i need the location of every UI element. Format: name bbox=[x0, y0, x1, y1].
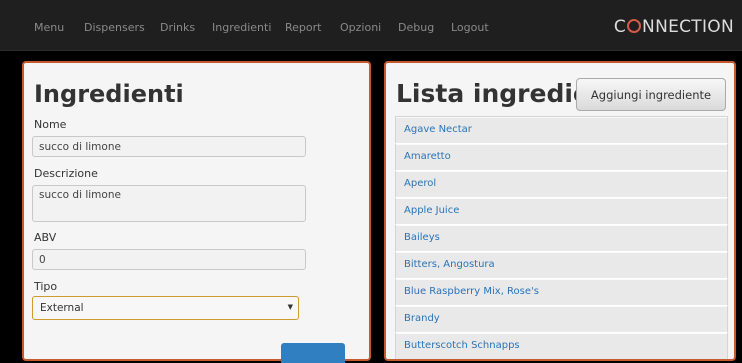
brand-suffix: NNECTION bbox=[642, 17, 734, 37]
ingredient-form-panel: Ingredienti Nome Descrizione succo di li… bbox=[22, 61, 371, 363]
nav-opzioni[interactable]: Opzioni bbox=[340, 21, 381, 34]
list-item[interactable]: Agave Nectar bbox=[395, 116, 728, 143]
nav-logout[interactable]: Logout bbox=[451, 21, 489, 34]
list-item[interactable]: Blue Raspberry Mix, Rose's bbox=[395, 278, 728, 305]
list-item[interactable]: Bitters, Angostura bbox=[395, 251, 728, 278]
nav-menu[interactable]: Menu bbox=[34, 21, 64, 34]
save-button[interactable] bbox=[281, 343, 345, 363]
chevron-down-icon: ▼ bbox=[287, 303, 293, 311]
form-title: Ingredienti bbox=[34, 80, 184, 108]
list-item[interactable]: Butterscotch Schnapps bbox=[395, 332, 728, 359]
description-label: Descrizione bbox=[34, 167, 98, 180]
list-item[interactable]: Amaretto bbox=[395, 143, 728, 170]
name-label: Nome bbox=[34, 118, 67, 131]
add-ingredient-button[interactable]: Aggiungi ingrediente bbox=[576, 78, 726, 111]
abv-input[interactable] bbox=[32, 249, 306, 270]
brand-prefix: C bbox=[613, 17, 627, 37]
ingredient-list: Agave Nectar Amaretto Aperol Apple Juice… bbox=[395, 116, 728, 359]
brand-ring-icon bbox=[627, 19, 642, 33]
type-label: Tipo bbox=[34, 280, 58, 293]
list-item[interactable]: Baileys bbox=[395, 224, 728, 251]
abv-label: ABV bbox=[34, 231, 57, 244]
list-item[interactable]: Apple Juice bbox=[395, 197, 728, 224]
list-item[interactable]: Aperol bbox=[395, 170, 728, 197]
nav-debug[interactable]: Debug bbox=[398, 21, 434, 34]
description-textarea[interactable]: succo di limone bbox=[32, 185, 306, 222]
list-item[interactable]: Brandy bbox=[395, 305, 728, 332]
nav-dispensers[interactable]: Dispensers bbox=[84, 21, 145, 34]
nav-report[interactable]: Report bbox=[285, 21, 321, 34]
name-input[interactable] bbox=[32, 136, 306, 157]
top-navbar: Menu Dispensers Drinks Ingredienti Repor… bbox=[0, 0, 742, 51]
nav-drinks[interactable]: Drinks bbox=[160, 21, 195, 34]
type-select[interactable]: External ▼ bbox=[32, 296, 299, 320]
type-selected-value: External bbox=[40, 302, 84, 314]
ingredient-list-panel: Lista ingredienti Aggiungi ingrediente A… bbox=[384, 61, 736, 361]
nav-ingredienti[interactable]: Ingredienti bbox=[212, 21, 271, 34]
brand-logo[interactable]: C NNECTION bbox=[614, 17, 734, 37]
